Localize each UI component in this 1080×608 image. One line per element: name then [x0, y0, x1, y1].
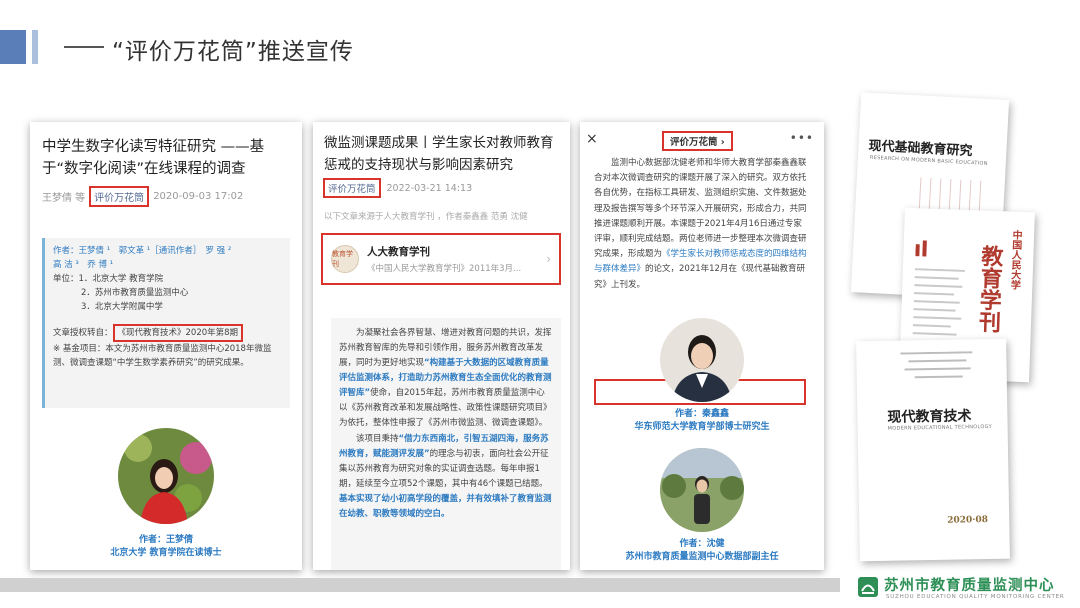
author-name: 作者：王梦倩 [138, 535, 193, 545]
article-author: 王梦倩 等 [42, 193, 86, 204]
chevron-right-icon: › [546, 252, 551, 266]
cover-mark [915, 240, 927, 257]
article-meta: 王梦倩 等 评价万花筒 2020-09-03 17:02 [42, 186, 243, 207]
account-logo: 教育学刊 [331, 245, 359, 273]
article-title: 中学生数字化读写特征研究 ——基于“数字化阅读”在线课程的调查 [42, 139, 265, 177]
article-meta: 评价万花筒 2022-03-21 14:13 [323, 178, 472, 198]
more-icon[interactable]: ••• [790, 131, 814, 145]
text: 该项目秉持 [356, 434, 399, 444]
journal-cover: 现代教育技术 MODERN EDUCATIONAL TECHNOLOGY 202… [856, 338, 1010, 562]
reprint-source: 《现代教育技术》2020年第8期 [112, 324, 244, 342]
accent-bar-secondary [32, 30, 38, 64]
article-date: 2020-09-03 17:02 [153, 191, 244, 202]
text: 监测中心数据部沈健老师和华师大教育学部秦鑫鑫联合对本次微调查研究的课题开展了深入… [594, 158, 807, 260]
author-caption: 作者：王梦倩 北京大学 教育学院在读博士 [66, 534, 266, 560]
article-screenshot-3: × 评价万花筒 › ••• 监测中心数据部沈健老师和华师大教育学部秦鑫鑫联合对本… [580, 122, 824, 570]
author-photo [118, 428, 214, 524]
journal-title: 教育学刊 [974, 244, 1004, 334]
account-name: 人大教育学刊 [367, 246, 430, 258]
author-photo [660, 448, 744, 532]
close-icon[interactable]: × [586, 131, 598, 147]
author-name: 作者：秦鑫鑫 [674, 409, 729, 419]
source-note: 以下文章来源于人大教育学刊 ，作者秦鑫鑫 范勇 沈健 [324, 212, 528, 222]
journal-side-title: 中国人民大学 [1008, 229, 1022, 290]
account-desc: 《中国人民大学教育学刊》2011年3月... [367, 264, 522, 274]
text: 使命，自2015年起，苏州市教育质量监测中心以《苏州教育改革和发展战略性、政策性… [339, 388, 552, 428]
org-name-english: SUZHOU EDUCATION QUALITY MONITORING CENT… [886, 594, 1065, 600]
slide-title: “评价万花筒”推送宣传 [112, 39, 354, 65]
author-caption: 作者：沈健 苏州市教育质量监测中心数据部副主任 [600, 538, 804, 564]
column-tag[interactable]: 评价万花筒 [89, 186, 150, 207]
author-name: 作者：沈健 [679, 539, 725, 549]
org-name: 苏州市教育质量监测中心 [884, 578, 1055, 594]
authors-line: 高 洁 ³ 乔 博 ¹ [53, 260, 114, 270]
account-text: 人大教育学刊 《中国人民大学教育学刊》2011年3月... [367, 244, 521, 274]
paragraph: 为凝聚社会各界智慧、增进对教育问题的共识，发挥苏州教育智库的先导和引领作用，服务… [339, 326, 553, 431]
author-photo [660, 318, 744, 402]
author-caption: 作者：秦鑫鑫 华东师范大学教育学部博士研究生 [600, 408, 804, 434]
article-screenshot-1: 中学生数字化读写特征研究 ——基于“数字化阅读”在线课程的调查 王梦倩 等 评价… [30, 122, 302, 570]
cover-text-lines [900, 351, 973, 379]
column-tag[interactable]: 评价万花筒 [323, 178, 381, 198]
article-date: 2022-03-21 14:13 [386, 182, 473, 194]
org-logo-icon [858, 577, 878, 597]
journal-issue: 2020·08 [947, 515, 989, 526]
reprint-label: 文章授权转自： [53, 328, 113, 338]
reprint-line: 文章授权转自： 《现代教育技术》2020年第8期 [53, 324, 282, 342]
article-info-box: 作者：王梦倩 ¹ 郭文革 ¹［通讯作者］ 罗 强 ² 高 洁 ³ 乔 博 ¹ 单… [42, 238, 290, 408]
highlight-text: 基本实现了幼小初高学段的覆盖，并有效填补了教育监测在幼教、职教等领域的空白。 [339, 494, 552, 519]
affiliation: 2．苏州市教育质量监测中心 [81, 288, 189, 298]
article-title: 微监测课题成果丨学生家长对教师教育惩戒的支持现状与影响因素研究 [324, 135, 554, 173]
author-org: 华东师范大学教育学部博士研究生 [634, 422, 770, 432]
top-bar: × 评价万花筒 › ••• [580, 122, 824, 160]
paragraph: 该项目秉持“借力东西南北，引智五湖四海，服务苏州教育，赋能测评发展”的理念与初衷… [339, 432, 553, 522]
article-body: 监测中心数据部沈健老师和华师大教育学部秦鑫鑫联合对本次微调查研究的课题开展了深入… [594, 156, 808, 293]
journal-subtitle: MODERN EDUCATIONAL TECHNOLOGY [887, 423, 992, 432]
source-account-card[interactable]: 教育学刊 人大教育学刊 《中国人民大学教育学刊》2011年3月... › [321, 233, 561, 285]
author-org: 北京大学 教育学院在读博士 [110, 548, 222, 558]
footer-bar [0, 578, 840, 592]
fund-note: ※ 基金项目：本文为苏州市教育质量监测中心2018年微监测、微调查课题“中学生数… [53, 344, 272, 368]
article-screenshot-2: 微监测课题成果丨学生家长对教师教育惩戒的支持现状与影响因素研究 评价万花筒 20… [313, 122, 570, 570]
authors-line: 作者：王梦倩 ¹ 郭文革 ¹［通讯作者］ 罗 强 ² [53, 246, 232, 256]
article-body: 为凝聚社会各界智慧、增进对教育问题的共识，发挥苏州教育智库的先导和引领作用，服务… [331, 318, 561, 570]
affiliation: 3．北京大学附属中学 [81, 302, 163, 312]
accent-bar [0, 30, 26, 64]
author-org: 苏州市教育质量监测中心数据部副主任 [625, 552, 779, 562]
affiliation: 单位：1．北京大学 教育学院 [53, 274, 164, 284]
title-dash [64, 46, 104, 48]
column-tag[interactable]: 评价万花筒 › [662, 131, 733, 151]
